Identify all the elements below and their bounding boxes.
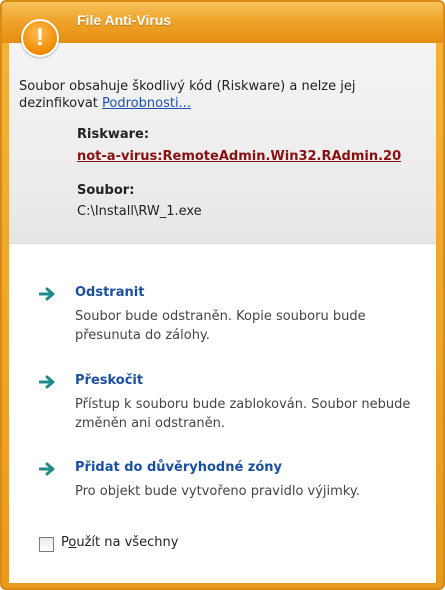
file-path: C:\Install\RW_1.exe	[77, 204, 202, 219]
file-label: Soubor:	[77, 183, 135, 198]
antivirus-alert-window: File Anti-Virus Soubor obsahuje škodlivý…	[0, 0, 445, 590]
dialog-body: Soubor obsahuje škodlivý kód (Riskware) …	[9, 43, 436, 583]
option-trusted-zone-description: Pro objekt bude vytvořeno pravidlo výjim…	[75, 484, 360, 499]
warning-icon: !	[21, 19, 59, 57]
option-skip-description: Přístup k souboru bude zablokován. Soubo…	[75, 397, 411, 431]
option-trusted-zone-title[interactable]: Přidat do důvěryhodné zóny	[75, 460, 282, 475]
window-title: File Anti-Virus	[77, 12, 172, 28]
riskware-label: Riskware:	[77, 127, 150, 142]
details-link[interactable]: Podrobnosti...	[102, 96, 191, 111]
threat-message: Soubor obsahuje škodlivý kód (Riskware) …	[19, 78, 429, 112]
riskware-name-link[interactable]: not-a-virus:RemoteAdmin.Win32.RAdmin.20	[77, 149, 401, 164]
option-delete-title[interactable]: Odstranit	[75, 285, 144, 300]
arrow-right-icon	[39, 375, 55, 389]
arrow-right-icon	[39, 287, 55, 301]
title-bar: File Anti-Virus	[2, 2, 443, 43]
option-skip-title[interactable]: Přeskočit	[75, 373, 143, 388]
option-delete-description: Soubor bude odstraněn. Kopie souboru bud…	[75, 309, 366, 343]
threat-info-section: Soubor obsahuje škodlivý kód (Riskware) …	[9, 43, 436, 244]
apply-all-checkbox[interactable]	[39, 537, 54, 552]
apply-all-label[interactable]: Použít na všechny	[61, 535, 178, 550]
arrow-right-icon	[39, 462, 55, 476]
